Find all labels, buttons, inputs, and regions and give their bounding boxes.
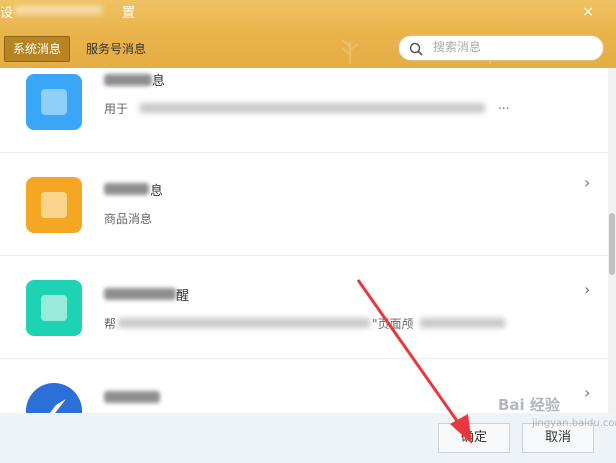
name-redacted — [104, 183, 149, 195]
scrollbar[interactable] — [608, 68, 616, 413]
title-bar: 设置 × 系统消息 服务号消息 — [0, 0, 616, 68]
name-redacted — [104, 288, 176, 300]
item-desc: 帮 — [104, 317, 117, 331]
item-desc-mid: "页面颅 — [372, 317, 414, 331]
search-input[interactable] — [431, 39, 595, 55]
desc-redacted — [420, 318, 505, 328]
decor-wheat-icon — [341, 39, 359, 64]
item-desc: 用于 — [104, 102, 129, 116]
search-box[interactable] — [398, 35, 604, 61]
item-desc-ellipsis: ... — [498, 98, 510, 112]
item-name: 息 — [152, 74, 166, 89]
chevron-right-icon: › — [584, 68, 590, 69]
tab-system-messages[interactable]: 系统消息 — [4, 36, 71, 62]
cancel-button[interactable]: 取消 — [522, 423, 594, 453]
dialog-footer: 确定 取消 — [0, 413, 616, 463]
list-item[interactable]: 息 商品消息 › — [0, 153, 608, 256]
scrollbar-thumb[interactable] — [609, 213, 615, 275]
message-list: 息 用于 ... › 息 商品消息 › 醒 帮 "页面颅 › › — [0, 68, 608, 413]
close-icon[interactable]: × — [582, 4, 594, 20]
list-item[interactable]: 醒 帮 "页面颅 › — [0, 256, 608, 359]
item-name: 息 — [150, 184, 164, 199]
list-item[interactable]: 息 用于 ... › — [0, 68, 608, 153]
service-logo-icon — [26, 177, 82, 233]
name-redacted — [104, 74, 152, 86]
window-title-redacted — [14, 5, 102, 15]
service-logo-icon — [26, 74, 82, 130]
item-name: 醒 — [176, 289, 190, 304]
chevron-right-icon: › — [584, 383, 591, 402]
desc-redacted — [118, 318, 370, 328]
ok-button[interactable]: 确定 — [438, 423, 510, 453]
compass-logo-icon — [26, 383, 82, 413]
list-item[interactable]: › — [0, 359, 608, 413]
name-redacted — [104, 391, 160, 403]
tab-service-messages[interactable]: 服务号消息 — [78, 36, 154, 62]
search-icon — [409, 42, 423, 56]
chevron-right-icon: › — [584, 280, 591, 299]
desc-redacted — [140, 103, 485, 113]
item-desc: 商品消息 — [104, 212, 153, 226]
service-logo-icon — [26, 280, 82, 336]
chevron-right-icon: › — [584, 173, 591, 192]
